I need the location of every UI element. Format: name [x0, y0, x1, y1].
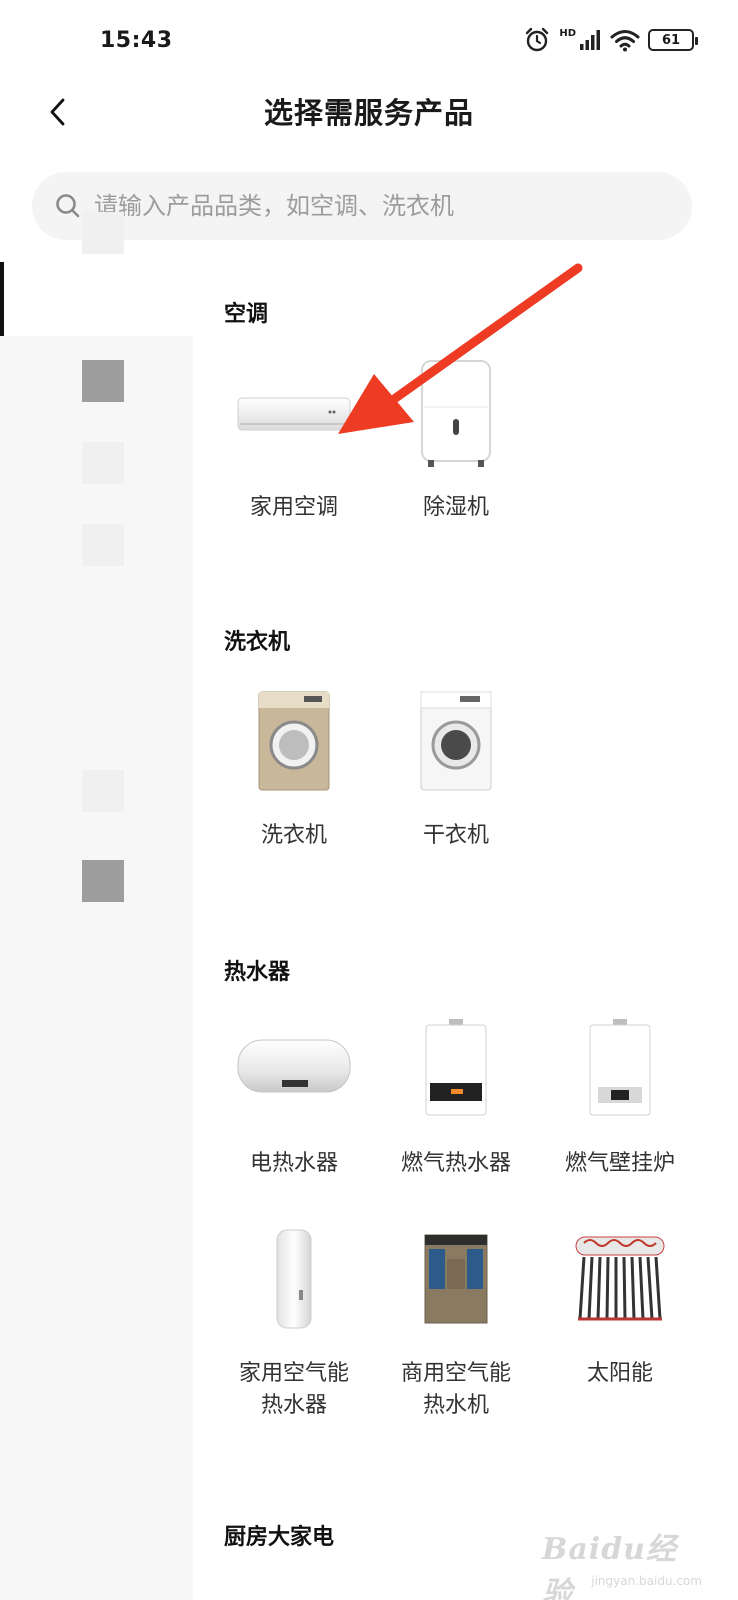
battery-level: 61: [661, 32, 681, 48]
redacted-label: [82, 524, 124, 566]
sidebar-item[interactable]: [0, 426, 193, 500]
redacted-label: [82, 860, 124, 902]
product-dehumidifier[interactable]: 除湿机: [374, 358, 538, 524]
sidebar-item[interactable]: [0, 344, 193, 418]
electric-water-heater-icon: [229, 1014, 359, 1124]
wifi-icon: [610, 30, 640, 52]
product-home-air-energy-heater[interactable]: 家用空气能 热水器: [212, 1224, 376, 1422]
section-title-washing-machine: 洗衣机: [224, 630, 291, 655]
redacted-label: [82, 442, 124, 484]
search-bar[interactable]: [32, 172, 692, 240]
product-name: 太阳能: [586, 1361, 653, 1386]
search-icon: [56, 194, 80, 218]
product-gas-water-heater[interactable]: 燃气热水器: [374, 1014, 538, 1180]
product-name: 家用空气能 热水器: [238, 1361, 349, 1418]
product-name: 燃气热水器: [400, 1151, 511, 1176]
baidu-watermark: Baidu经验 jingyan.baidu.com: [542, 1524, 702, 1600]
gas-water-heater-icon: [391, 1014, 521, 1124]
product-name: 洗衣机: [260, 823, 327, 848]
section-title-water-heater: 热水器: [224, 960, 291, 985]
product-washing-machine[interactable]: 洗衣机: [212, 686, 376, 852]
sidebar-item[interactable]: [0, 590, 193, 664]
watermark-logo: Baidu经验: [542, 1532, 677, 1600]
product-solar-heater[interactable]: 太阳能: [538, 1224, 702, 1390]
battery-icon: 61: [648, 29, 698, 51]
product-name: 燃气壁挂炉: [564, 1151, 675, 1176]
redacted-label: [82, 212, 124, 254]
dehumidifier-icon: [391, 358, 521, 468]
redacted-label: [82, 360, 124, 402]
product-name: 商用空气能 热水机: [400, 1361, 511, 1418]
product-gas-wall-boiler[interactable]: 燃气壁挂炉: [538, 1014, 702, 1180]
product-name: 干衣机: [422, 823, 489, 848]
category-sidebar: [0, 212, 193, 1600]
cellular-signal-icon: [580, 30, 600, 50]
sidebar-item[interactable]: [0, 672, 193, 746]
washing-machine-icon: [229, 686, 359, 796]
product-electric-water-heater[interactable]: 电热水器: [212, 1014, 376, 1180]
search-input[interactable]: [94, 192, 692, 220]
page-title: 选择需服务产品: [263, 96, 474, 130]
product-name: 电热水器: [249, 1151, 338, 1176]
product-commercial-air-energy-heater[interactable]: 商用空气能 热水机: [374, 1224, 538, 1422]
product-home-ac[interactable]: 家用空调: [212, 358, 376, 524]
gas-boiler-icon: [555, 1014, 685, 1124]
status-icons: HD 61: [523, 26, 698, 54]
section-title-air-conditioner: 空调: [224, 302, 269, 327]
header: 选择需服务产品: [0, 86, 738, 172]
status-time: 15:43: [100, 28, 173, 53]
product-name: 除湿机: [422, 495, 489, 520]
sidebar-item[interactable]: [0, 918, 193, 992]
solar-water-heater-icon: [555, 1224, 685, 1334]
product-dryer[interactable]: 干衣机: [374, 686, 538, 852]
sidebar-item[interactable]: [0, 212, 193, 336]
watermark-url: jingyan.baidu.com: [591, 1574, 702, 1588]
status-bar: 15:43 HD 61: [0, 0, 738, 86]
dryer-icon: [391, 686, 521, 796]
alarm-icon: [526, 27, 549, 52]
air-energy-tank-icon: [229, 1224, 359, 1334]
sidebar-item[interactable]: [0, 1000, 193, 1074]
redacted-label: [82, 770, 124, 812]
commercial-heat-pump-icon: [391, 1224, 521, 1334]
wall-ac-icon: [229, 358, 359, 468]
sidebar-item[interactable]: [0, 1082, 193, 1156]
sidebar-item[interactable]: [0, 836, 193, 910]
sidebar-item[interactable]: [0, 508, 193, 582]
sidebar-item[interactable]: [0, 754, 193, 828]
network-type-label: HD: [559, 27, 576, 39]
product-name: 家用空调: [249, 495, 338, 520]
section-title-kitchen-appliances: 厨房大家电: [224, 1525, 335, 1550]
